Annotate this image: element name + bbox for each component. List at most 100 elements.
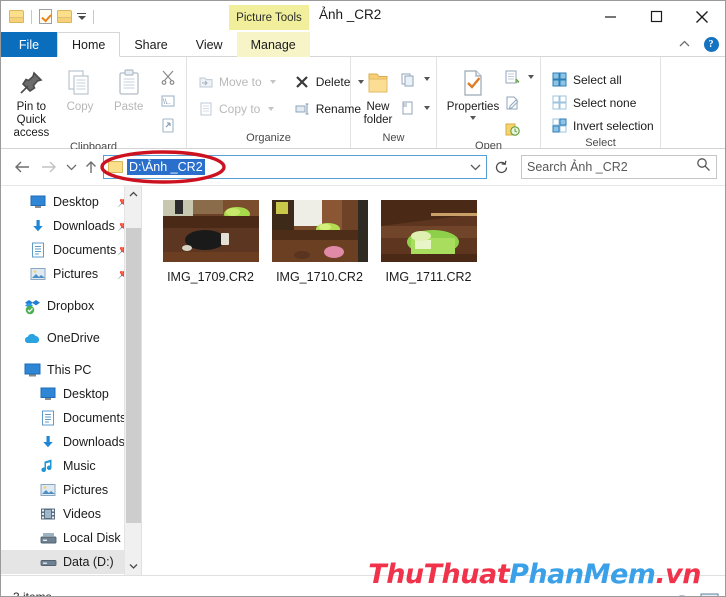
navigation-scrollbar[interactable] bbox=[124, 186, 141, 575]
new-folder-button[interactable]: New folder bbox=[357, 62, 399, 127]
sidebar-item-dropbox[interactable]: Dropbox bbox=[1, 294, 141, 318]
invert-selection-button[interactable]: Invert selection bbox=[547, 115, 658, 136]
chevron-down-icon[interactable] bbox=[528, 75, 534, 79]
search-input[interactable]: Search Ảnh _CR2 bbox=[527, 160, 696, 174]
move-to-button[interactable]: Move to bbox=[193, 71, 280, 92]
address-dropdown-button[interactable] bbox=[466, 163, 484, 171]
file-list-view[interactable]: IMG_1709.CR2 bbox=[141, 186, 725, 575]
copy-icon bbox=[65, 65, 95, 101]
file-name: IMG_1710.CR2 bbox=[276, 270, 363, 284]
downloads-icon bbox=[39, 434, 57, 451]
cut-button[interactable] bbox=[155, 66, 180, 87]
tab-home[interactable]: Home bbox=[57, 32, 120, 57]
pin-to-quick-access-button[interactable]: Pin to Quick access bbox=[7, 62, 56, 140]
view-buttons bbox=[679, 592, 719, 597]
delete-icon bbox=[294, 73, 311, 90]
copy-path-icon: \\.. bbox=[159, 92, 176, 109]
sidebar-item-desktop-pc[interactable]: Desktop bbox=[1, 382, 141, 406]
easy-access-button[interactable] bbox=[399, 97, 430, 118]
history-button[interactable] bbox=[503, 118, 534, 139]
search-box[interactable]: Search Ảnh _CR2 bbox=[521, 155, 717, 179]
sidebar-label: Desktop bbox=[53, 195, 99, 209]
sidebar-item-music[interactable]: Music bbox=[1, 454, 141, 478]
maximize-button[interactable] bbox=[633, 1, 679, 32]
sidebar-item-pictures-quick[interactable]: Pictures 📌 bbox=[1, 262, 141, 286]
new-folder-icon bbox=[364, 65, 392, 101]
address-bar-path[interactable]: D:\Ảnh _CR2 bbox=[127, 159, 205, 175]
refresh-button[interactable] bbox=[489, 155, 513, 179]
copy-to-button[interactable]: Copy to bbox=[193, 98, 280, 119]
scroll-down-button[interactable] bbox=[125, 558, 141, 575]
ribbon-group-organize: Move to Copy to bbox=[187, 57, 351, 148]
select-none-button[interactable]: Select none bbox=[547, 92, 658, 113]
file-thumbnail bbox=[163, 200, 259, 262]
move-to-icon bbox=[197, 73, 214, 90]
collapse-ribbon-button[interactable] bbox=[671, 32, 697, 56]
status-bar: 3 items bbox=[1, 575, 725, 597]
chevron-down-icon[interactable] bbox=[268, 107, 274, 111]
paste-shortcut-button[interactable] bbox=[155, 114, 180, 135]
sidebar-item-onedrive[interactable]: OneDrive bbox=[1, 326, 141, 350]
select-none-label: Select none bbox=[573, 96, 636, 110]
details-view-button[interactable] bbox=[679, 593, 696, 597]
divider bbox=[31, 10, 32, 24]
forward-button[interactable] bbox=[35, 154, 61, 180]
ribbon-group-clipboard: Pin to Quick access bbox=[1, 57, 187, 148]
tab-manage[interactable]: Manage bbox=[237, 32, 310, 57]
select-all-button[interactable]: Select all bbox=[547, 69, 658, 90]
sidebar-label: Music bbox=[63, 459, 96, 473]
large-icons-view-button[interactable] bbox=[700, 592, 719, 597]
tab-manage-label: Manage bbox=[251, 38, 296, 52]
chevron-down-icon[interactable] bbox=[424, 106, 430, 110]
minimize-button[interactable] bbox=[587, 1, 633, 32]
close-button[interactable] bbox=[679, 1, 725, 32]
scrollbar-thumb[interactable] bbox=[126, 228, 141, 523]
sidebar-label: Videos bbox=[63, 507, 101, 521]
chevron-down-icon[interactable] bbox=[77, 13, 86, 20]
copy-path-button[interactable]: \\.. bbox=[155, 90, 180, 111]
sidebar-item-downloads-pc[interactable]: Downloads bbox=[1, 430, 141, 454]
sidebar-item-desktop-quick[interactable]: Desktop 📌 bbox=[1, 190, 141, 214]
scroll-up-button[interactable] bbox=[125, 186, 141, 203]
address-bar[interactable]: D:\Ảnh _CR2 bbox=[103, 155, 487, 179]
recent-locations-button[interactable] bbox=[61, 154, 81, 180]
contextual-tab-picture-tools[interactable]: Picture Tools bbox=[229, 5, 309, 30]
dropbox-icon bbox=[23, 298, 41, 315]
list-item[interactable]: IMG_1711.CR2 bbox=[374, 200, 483, 284]
back-button[interactable] bbox=[9, 154, 35, 180]
pin-icon bbox=[17, 65, 45, 101]
chevron-down-icon[interactable] bbox=[470, 116, 476, 120]
sidebar-item-this-pc[interactable]: This PC bbox=[1, 358, 141, 382]
new-item-button[interactable] bbox=[399, 68, 430, 89]
sidebar-item-pictures-pc[interactable]: Pictures bbox=[1, 478, 141, 502]
tab-file[interactable]: File bbox=[1, 32, 57, 57]
sidebar-item-downloads-quick[interactable]: Downloads 📌 bbox=[1, 214, 141, 238]
copy-button[interactable]: Copy bbox=[56, 62, 105, 114]
sidebar-item-data-d[interactable]: Data (D:) bbox=[1, 550, 141, 574]
sidebar-item-documents-pc[interactable]: Documents bbox=[1, 406, 141, 430]
edit-button[interactable] bbox=[503, 92, 534, 113]
tab-view[interactable]: View bbox=[182, 32, 237, 57]
list-item[interactable]: IMG_1709.CR2 bbox=[156, 200, 265, 284]
folder-icon[interactable] bbox=[9, 10, 24, 23]
this-pc-icon bbox=[23, 362, 41, 379]
sidebar-item-local-disk-c[interactable]: Local Disk (C:) bbox=[1, 526, 141, 550]
chevron-down-icon[interactable] bbox=[270, 80, 276, 84]
paste-button[interactable]: Paste bbox=[104, 62, 153, 114]
properties-icon[interactable] bbox=[39, 9, 52, 24]
up-button[interactable] bbox=[81, 154, 101, 180]
properties-button[interactable]: Properties bbox=[443, 62, 503, 120]
help-button[interactable]: ? bbox=[697, 32, 725, 56]
sidebar-item-videos[interactable]: Videos bbox=[1, 502, 141, 526]
list-item[interactable]: IMG_1710.CR2 bbox=[265, 200, 374, 284]
open-button[interactable] bbox=[503, 66, 534, 87]
explorer-body: Desktop 📌 Downloads 📌 Documents 📌 bbox=[1, 185, 725, 575]
edit-icon bbox=[503, 94, 520, 111]
chevron-down-icon[interactable] bbox=[424, 77, 430, 81]
tab-share[interactable]: Share bbox=[120, 32, 181, 57]
sidebar-item-documents-quick[interactable]: Documents 📌 bbox=[1, 238, 141, 262]
music-icon bbox=[39, 458, 57, 475]
search-icon[interactable] bbox=[696, 157, 711, 177]
sidebar-label: Documents bbox=[53, 243, 116, 257]
new-folder-icon[interactable] bbox=[57, 10, 72, 23]
